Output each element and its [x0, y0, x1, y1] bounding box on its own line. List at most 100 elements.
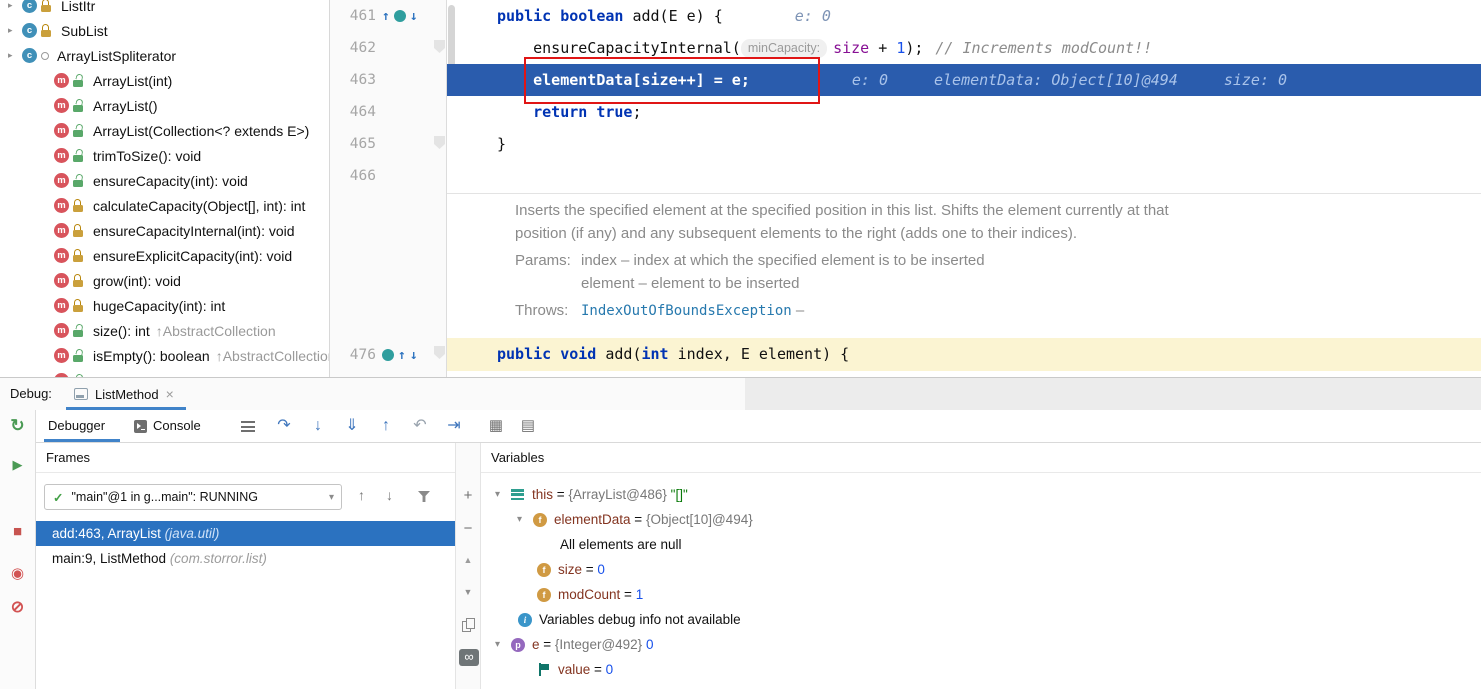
structure-item-label: ArrayList(Collection<? extends E>) — [93, 122, 310, 139]
variable-row-modcount[interactable]: f modCount = 1 — [481, 582, 1481, 607]
line-number[interactable]: 464 — [330, 96, 376, 128]
stack-frame-row[interactable]: main:9, ListMethod (com.storror.list) — [36, 546, 455, 571]
structure-item-method[interactable]: m ArrayList(Collection<? extends E>) — [0, 118, 329, 143]
code-line-476[interactable]: public void add(int index, E element) { — [447, 338, 1481, 371]
gutter-method-markers[interactable]: ↑ ↓ — [382, 0, 418, 32]
fold-marker-icon[interactable] — [434, 136, 445, 149]
thread-selector[interactable]: ✓ "main"@1 in g...main": RUNNING ▾ — [44, 484, 342, 510]
override-up-icon[interactable]: ↑ — [382, 9, 390, 24]
private-lock-icon — [40, 23, 53, 38]
flag-icon — [537, 663, 550, 676]
force-step-into-icon[interactable]: ⇓ — [340, 410, 364, 443]
implement-down-icon[interactable]: ↓ — [410, 348, 418, 363]
next-frame-icon[interactable]: ↓ — [386, 487, 393, 503]
fold-marker-icon[interactable] — [434, 40, 445, 53]
move-down-icon[interactable]: ▼ — [456, 587, 480, 597]
drop-frame-icon[interactable]: ↶ — [408, 410, 432, 443]
close-icon[interactable]: × — [166, 386, 174, 402]
private-lock-icon — [72, 298, 85, 313]
debug-actions-strip: ↻ ▶ ■ ◉ ⊘ — [0, 410, 36, 689]
structure-item-method[interactable]: m — [0, 368, 329, 377]
line-number[interactable]: 461 — [330, 0, 376, 32]
stack-frame-row[interactable]: add:463, ArrayList (java.util) — [36, 521, 455, 546]
private-lock-icon — [72, 248, 85, 263]
chevron-down-icon[interactable]: ▾ — [329, 492, 334, 503]
infinity-badge-icon[interactable]: ∞ — [459, 649, 479, 666]
structure-item-sublist[interactable]: ▸ c SubList — [0, 18, 329, 43]
line-number[interactable]: 462 — [330, 32, 376, 64]
variable-row-this[interactable]: ▾ this = {ArrayList@486} "[]" — [481, 482, 1481, 507]
code-line-465[interactable]: } — [447, 128, 1481, 160]
variable-row-size[interactable]: f size = 0 — [481, 557, 1481, 582]
structure-item-method[interactable]: m trimToSize(): void — [0, 143, 329, 168]
step-over-icon[interactable]: ↷ — [272, 410, 296, 443]
fold-marker-icon[interactable] — [434, 346, 445, 359]
line-number[interactable]: 465 — [330, 128, 376, 160]
chevron-right-icon[interactable]: ▸ — [8, 0, 22, 11]
previous-frame-icon[interactable]: ↑ — [358, 487, 365, 503]
step-out-icon[interactable]: ↑ — [374, 410, 398, 443]
structure-item-method[interactable]: m ensureCapacity(int): void — [0, 168, 329, 193]
line-number[interactable]: 476 — [330, 339, 376, 371]
line-number[interactable]: 463 — [330, 64, 376, 96]
gutter-method-markers[interactable]: ↑ ↓ — [382, 339, 418, 371]
keyword: int — [641, 345, 669, 363]
move-up-icon[interactable]: ▲ — [456, 555, 480, 565]
chevron-down-icon[interactable]: ▾ — [495, 489, 511, 500]
chevron-right-icon[interactable]: ▸ — [8, 25, 22, 36]
tab-listmethod-session[interactable]: ListMethod × — [66, 378, 186, 410]
method-icon: m — [54, 198, 69, 213]
structure-item-method[interactable]: m grow(int): void — [0, 268, 329, 293]
exception-link[interactable]: IndexOutOfBoundsException — [581, 303, 792, 319]
mute-breakpoints-icon[interactable]: ⊘ — [0, 597, 35, 617]
variable-row-elementdata[interactable]: ▾ f elementData = {Object[10]@494} — [481, 507, 1481, 532]
variable-row-value[interactable]: value = 0 — [481, 657, 1481, 682]
package-private-icon — [41, 51, 49, 60]
override-up-icon[interactable]: ↑ — [398, 348, 406, 363]
add-watch-icon[interactable]: + — [456, 487, 480, 504]
structure-item-arraylistspliterator[interactable]: ▸ c ArrayListSpliterator — [0, 43, 329, 68]
private-lock-icon — [72, 223, 85, 238]
structure-item-method[interactable]: m ArrayList(int) — [0, 68, 329, 93]
structure-item-method[interactable]: m hugeCapacity(int): int — [0, 293, 329, 318]
inherited-from-label: ↑AbstractCollection — [215, 347, 329, 364]
variable-row-e[interactable]: ▾ p e = {Integer@492} 0 — [481, 632, 1481, 657]
run-to-cursor-icon[interactable]: ⇥ — [442, 410, 466, 443]
duplicate-icon[interactable] — [462, 618, 475, 632]
chevron-down-icon[interactable]: ▾ — [495, 639, 511, 650]
code-line-461[interactable]: public boolean add(E e) {e: 0 — [447, 0, 1481, 32]
stop-icon[interactable]: ■ — [0, 523, 35, 540]
implement-down-icon[interactable]: ↓ — [410, 9, 418, 24]
structure-item-label: ArrayList(int) — [93, 72, 173, 89]
remove-watch-icon[interactable]: − — [456, 520, 480, 537]
chevron-right-icon[interactable]: ▸ — [8, 50, 22, 61]
rerun-icon[interactable]: ↻ — [0, 416, 35, 436]
inline-debug-hint: size: 0 — [1223, 71, 1288, 89]
tab-console[interactable]: Console — [153, 410, 201, 443]
layout-grid-icon[interactable]: ▤ — [516, 410, 540, 443]
step-into-icon[interactable]: ↓ — [306, 410, 330, 443]
structure-item-method[interactable]: m calculateCapacity(Object[], int): int — [0, 193, 329, 218]
structure-item-method[interactable]: m ensureExplicitCapacity(int): void — [0, 243, 329, 268]
recursive-call-icon[interactable] — [382, 349, 394, 361]
structure-item-method[interactable]: m ArrayList() — [0, 93, 329, 118]
frames-panel: Frames ✓ "main"@1 in g...main": RUNNING … — [36, 443, 455, 689]
code-text: add( — [596, 345, 642, 363]
structure-item-listitr[interactable]: ▸ c ListItr — [0, 0, 329, 18]
code-text: add(E e) { — [623, 7, 723, 25]
chevron-down-icon[interactable]: ▾ — [517, 514, 533, 525]
structure-item-method[interactable]: m isEmpty(): boolean ↑AbstractCollection — [0, 343, 329, 368]
resume-icon[interactable]: ▶ — [0, 457, 35, 473]
line-number[interactable]: 466 — [330, 160, 376, 192]
structure-item-label: ensureExplicitCapacity(int): void — [93, 247, 293, 264]
code-line-466[interactable] — [447, 160, 1481, 192]
structure-item-method[interactable]: m ensureCapacityInternal(int): void — [0, 218, 329, 243]
evaluate-grid-icon[interactable]: ▦ — [484, 410, 508, 443]
layout-settings-icon[interactable] — [241, 421, 255, 435]
view-breakpoints-icon[interactable]: ◉ — [0, 564, 35, 582]
method-icon: m — [54, 223, 69, 238]
private-lock-icon — [72, 273, 85, 288]
structure-item-method[interactable]: m size(): int ↑AbstractCollection — [0, 318, 329, 343]
filter-funnel-icon[interactable] — [418, 491, 430, 502]
recursive-call-icon[interactable] — [393, 10, 406, 22]
